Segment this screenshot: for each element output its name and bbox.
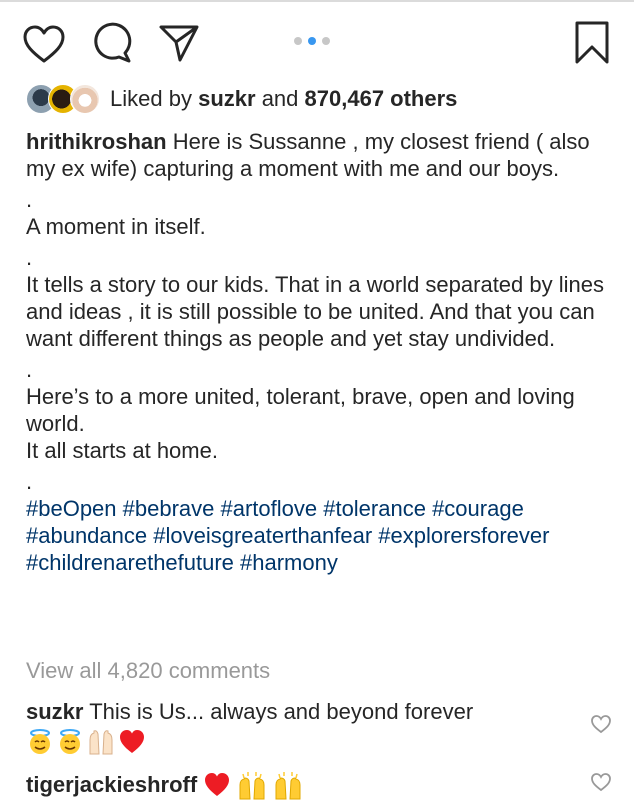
celebrating-hands-emoji-icon xyxy=(275,772,301,800)
carousel-dot-active[interactable] xyxy=(308,37,316,45)
likes-count-link[interactable]: 870,467 others xyxy=(305,86,458,111)
comment-emojis xyxy=(26,728,586,756)
celebrating-hands-emoji-icon xyxy=(239,772,265,800)
comment-item: tigerjackieshroff xyxy=(26,770,586,800)
share-send-icon[interactable] xyxy=(158,22,200,64)
save-bookmark-icon[interactable] xyxy=(572,20,612,66)
post-caption: hrithikroshan Here is Sussanne , my clos… xyxy=(26,128,616,576)
red-heart-emoji-icon xyxy=(120,730,144,753)
comment-like-heart-icon[interactable] xyxy=(590,772,612,792)
like-heart-icon[interactable] xyxy=(22,24,66,64)
caption-hashtags[interactable]: #beOpen #bebrave #artoflove #tolerance #… xyxy=(26,495,616,576)
caption-text: A moment in itself. xyxy=(26,214,206,239)
carousel-dot[interactable] xyxy=(322,37,330,45)
red-heart-emoji-icon xyxy=(205,773,230,796)
carousel-dot[interactable] xyxy=(294,37,302,45)
caption-username-link[interactable]: hrithikroshan xyxy=(26,129,167,154)
caption-text: It tells a story to our kids. That in a … xyxy=(26,272,604,351)
likes-summary[interactable]: Liked by suzkr and 870,467 others xyxy=(26,84,457,114)
caption-separator: . xyxy=(26,469,33,494)
comment-like-heart-icon[interactable] xyxy=(590,714,612,734)
view-all-comments-link[interactable]: View all 4,820 comments xyxy=(26,658,270,684)
avatar xyxy=(70,84,100,114)
comment-username-link[interactable]: suzkr xyxy=(26,699,83,724)
raised-hands-emoji-icon xyxy=(89,730,113,755)
likes-connector: and xyxy=(261,86,299,111)
caption-text: Here’s to a more united, tolerant, brave… xyxy=(26,384,575,436)
liker-avatars xyxy=(26,84,102,114)
comment-text: This is Us... always and beyond forever xyxy=(89,699,474,724)
halo-face-emoji-icon xyxy=(60,729,80,754)
carousel-indicator xyxy=(294,37,330,45)
halo-face-emoji-icon xyxy=(30,729,50,754)
top-divider xyxy=(0,0,634,2)
likes-text: Liked by suzkr and 870,467 others xyxy=(110,86,457,112)
comment-username-link[interactable]: tigerjackieshroff xyxy=(26,770,197,800)
comment-item: suzkr This is Us... always and beyond fo… xyxy=(26,697,586,756)
caption-text: It all starts at home. xyxy=(26,438,218,463)
caption-separator: . xyxy=(26,187,33,212)
caption-separator: . xyxy=(26,357,33,382)
likes-prefix: Liked by xyxy=(110,86,192,111)
caption-separator: . xyxy=(26,245,33,270)
comment-bubble-icon[interactable] xyxy=(92,22,132,64)
liker-username-link[interactable]: suzkr xyxy=(198,86,255,111)
